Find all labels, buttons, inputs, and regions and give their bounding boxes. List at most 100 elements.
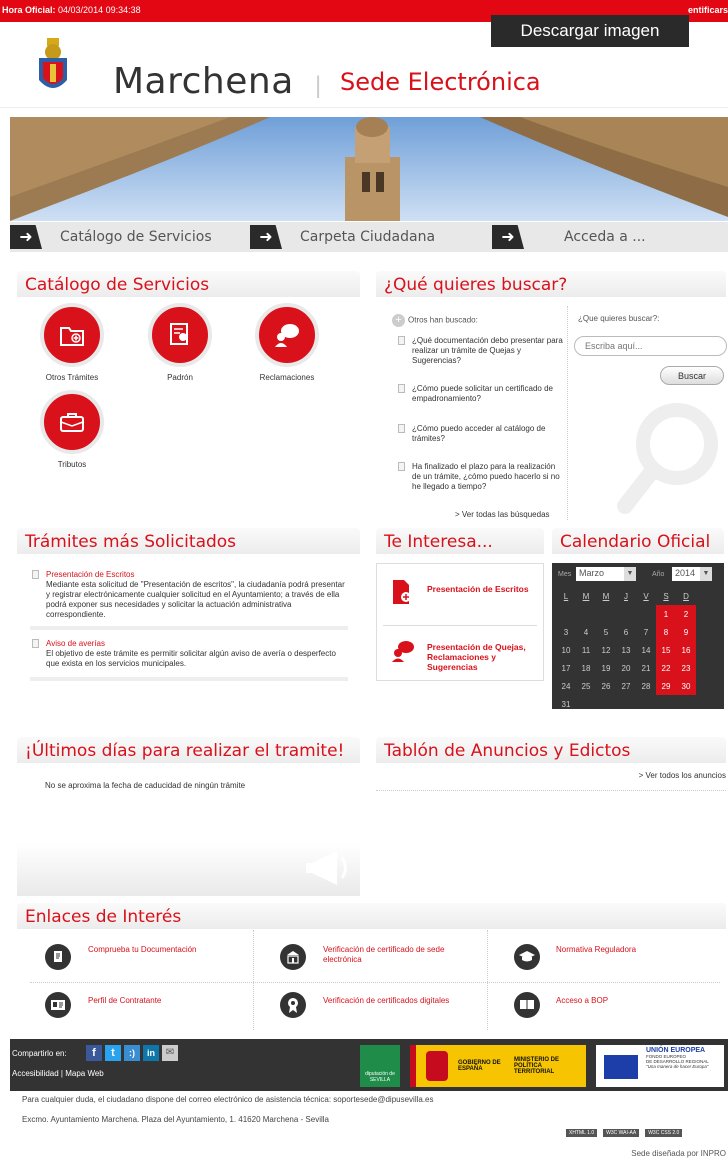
nav-acceda[interactable]: ➜ Acceda a ... bbox=[492, 222, 728, 252]
ultimos-text: No se aproxima la fecha de caducidad de … bbox=[45, 781, 246, 790]
arrow-right-icon: ➜ bbox=[250, 225, 282, 249]
day-holiday[interactable]: 16 bbox=[676, 641, 696, 659]
ultimos-panel: No se aproxima la fecha de caducidad de … bbox=[17, 765, 360, 896]
day bbox=[576, 695, 596, 713]
weekday: S bbox=[663, 591, 669, 601]
see-all-searches-link[interactable]: > Ver todas las búsquedas bbox=[455, 510, 550, 519]
nav-catalogo[interactable]: ➜ Catálogo de Servicios bbox=[10, 222, 245, 252]
see-all-announcements-link[interactable]: > Ver todos los anuncios bbox=[639, 771, 726, 780]
day-holiday[interactable]: 1 bbox=[656, 605, 676, 623]
coat-of-arms-icon bbox=[39, 38, 67, 88]
day[interactable]: 4 bbox=[576, 623, 596, 641]
interesa-item[interactable]: Presentación de Quejas, Reclamaciones y … bbox=[383, 630, 537, 678]
year-select[interactable]: 2014 ▼ bbox=[672, 567, 712, 581]
document-icon bbox=[32, 570, 39, 579]
divider bbox=[253, 930, 254, 1030]
twitter-icon[interactable]: t bbox=[105, 1045, 121, 1061]
day-holiday[interactable]: 15 bbox=[656, 641, 676, 659]
day[interactable]: 7 bbox=[636, 623, 656, 641]
tramite-item[interactable]: Presentación de Escritos Mediante esta s… bbox=[30, 570, 348, 630]
search-suggestion-text: ¿Cómo puede solicitar un certificado de … bbox=[412, 384, 553, 403]
enlace-label: Verificación de certificado de sede elec… bbox=[323, 945, 445, 964]
linkedin-icon[interactable]: in bbox=[143, 1045, 159, 1061]
interesa-heading: Te Interesa... bbox=[376, 528, 544, 554]
divider bbox=[30, 982, 720, 983]
tramite-title[interactable]: Aviso de averías bbox=[46, 639, 348, 649]
document-add-icon bbox=[393, 580, 411, 604]
nav-carpeta[interactable]: ➜ Carpeta Ciudadana bbox=[250, 222, 485, 252]
weekday: M bbox=[582, 591, 590, 601]
day[interactable]: 12 bbox=[596, 641, 616, 659]
tramite-item[interactable]: Aviso de averías El objetivo de este trá… bbox=[30, 639, 348, 681]
day[interactable]: 3 bbox=[556, 623, 576, 641]
search-suggestion[interactable]: ¿Cómo puede solicitar un certificado de … bbox=[398, 384, 566, 424]
day[interactable]: 19 bbox=[596, 659, 616, 677]
day-holiday[interactable]: 23 bbox=[676, 659, 696, 677]
search-button[interactable]: Buscar bbox=[660, 366, 724, 385]
email-icon[interactable]: ✉ bbox=[162, 1045, 178, 1061]
interesa-item[interactable]: Presentación de Escritos bbox=[383, 570, 537, 626]
catalog-item-label: Tributos bbox=[57, 460, 87, 469]
day-holiday[interactable]: 8 bbox=[656, 623, 676, 641]
tramites-heading: Trámites más Solicitados bbox=[17, 528, 360, 554]
footer-links[interactable]: Accesibilidad | Mapa Web bbox=[12, 1069, 104, 1078]
day[interactable]: 25 bbox=[576, 677, 596, 695]
day-holiday[interactable]: 22 bbox=[656, 659, 676, 677]
day[interactable]: 11 bbox=[576, 641, 596, 659]
share-label: Compartirlo en: bbox=[12, 1049, 67, 1058]
badge-xhtml[interactable]: XHTML 1.0 bbox=[566, 1129, 598, 1137]
time-value: 04/03/2014 09:34:38 bbox=[58, 5, 141, 15]
day[interactable]: 6 bbox=[616, 623, 636, 641]
day[interactable]: 21 bbox=[636, 659, 656, 677]
contact-text: Para cualquier duda, el ciudadano dispon… bbox=[22, 1095, 434, 1104]
day bbox=[616, 605, 636, 623]
enlace-label: Acceso a BOP bbox=[556, 996, 609, 1005]
day[interactable]: 17 bbox=[556, 659, 576, 677]
tramites-list: Presentación de Escritos Mediante esta s… bbox=[30, 570, 348, 681]
badge-css[interactable]: W3C CSS 2.0 bbox=[645, 1129, 683, 1137]
day[interactable]: 14 bbox=[636, 641, 656, 659]
day[interactable]: 10 bbox=[556, 641, 576, 659]
month-select[interactable]: Marzo ▼ bbox=[576, 567, 636, 581]
download-image-button[interactable]: Descargar imagen bbox=[491, 15, 689, 47]
day[interactable]: 26 bbox=[596, 677, 616, 695]
day[interactable]: 28 bbox=[636, 677, 656, 695]
day[interactable]: 13 bbox=[616, 641, 636, 659]
chevron-down-icon: ▼ bbox=[624, 567, 636, 581]
enlace-label: Verificación de certificados digitales bbox=[323, 996, 450, 1005]
share-icon[interactable]: :) bbox=[124, 1045, 140, 1061]
day bbox=[556, 605, 576, 623]
facebook-icon[interactable]: f bbox=[86, 1045, 102, 1061]
search-suggestion[interactable]: Ha finalizado el plazo para la realizaci… bbox=[398, 462, 566, 506]
building-icon bbox=[280, 944, 306, 970]
catalog-heading: Catálogo de Servicios bbox=[17, 271, 360, 297]
validation-badges: XHTML 1.0 W3C WAI-AA W3C CSS 2.0 bbox=[566, 1129, 683, 1137]
graduation-cap-icon bbox=[514, 944, 540, 970]
document-icon bbox=[398, 336, 405, 345]
day[interactable]: 27 bbox=[616, 677, 636, 695]
chevron-down-icon: ▼ bbox=[700, 567, 712, 581]
year-value: 2014 bbox=[675, 568, 696, 578]
badge-wai[interactable]: W3C WAI-AA bbox=[603, 1129, 640, 1137]
site-title: Marchena bbox=[113, 61, 294, 102]
tablon-heading: Tablón de Anuncios y Edictos bbox=[376, 737, 726, 763]
day-holiday[interactable]: 9 bbox=[676, 623, 696, 641]
search-input[interactable] bbox=[574, 336, 727, 356]
site-subtitle: Sede Electrónica bbox=[340, 68, 541, 96]
day[interactable]: 20 bbox=[616, 659, 636, 677]
folder-plus-icon bbox=[40, 303, 104, 367]
day-holiday[interactable]: 2 bbox=[676, 605, 696, 623]
day-holiday[interactable]: 30 bbox=[676, 677, 696, 695]
day[interactable]: 24 bbox=[556, 677, 576, 695]
day bbox=[596, 605, 616, 623]
day[interactable]: 18 bbox=[576, 659, 596, 677]
day-holiday[interactable]: 29 bbox=[656, 677, 676, 695]
plus-icon: + bbox=[392, 314, 405, 327]
id-card-icon bbox=[45, 992, 71, 1018]
identify-link[interactable]: entificars bbox=[688, 5, 728, 15]
tramite-title[interactable]: Presentación de Escritos bbox=[46, 570, 348, 580]
search-suggestion[interactable]: ¿Qué documentación debo presentar para r… bbox=[398, 336, 566, 376]
day[interactable]: 5 bbox=[596, 623, 616, 641]
search-suggestion[interactable]: ¿Cómo puedo acceder al catálogo de trámi… bbox=[398, 424, 566, 454]
day[interactable]: 31 bbox=[556, 695, 576, 713]
